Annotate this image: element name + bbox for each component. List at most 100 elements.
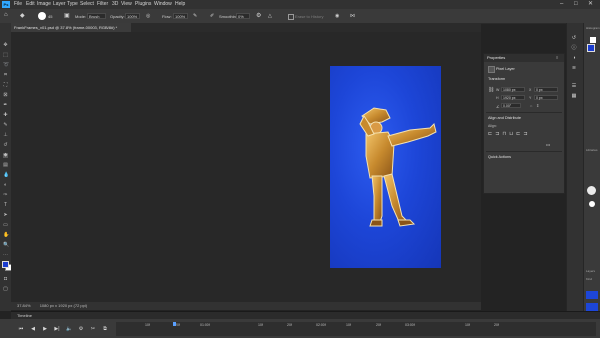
next-frame-icon[interactable]: ▶| (54, 326, 60, 332)
settings-icon[interactable]: ⚙ (78, 326, 84, 332)
home-icon[interactable]: ⌂ (4, 12, 8, 18)
menu-view[interactable]: View (121, 0, 132, 9)
eraser-tool-icon[interactable]: ◆ (20, 12, 25, 19)
mode-select[interactable]: Brush (87, 13, 106, 19)
flip-horizontal-icon[interactable]: ⇔ (529, 103, 533, 108)
zoom-tool-icon[interactable]: 🔍 (3, 243, 9, 248)
brush-tool-icon[interactable]: ✎ (3, 123, 8, 128)
transition-icon[interactable]: ⧉ (102, 326, 108, 332)
angle-icon[interactable]: △ (268, 13, 272, 19)
dodge-tool-icon[interactable]: ◐ (3, 183, 8, 188)
marquee-tool-icon[interactable]: ⬚ (3, 53, 8, 58)
erase-history-checkbox[interactable] (288, 14, 294, 20)
layers-tab[interactable]: Layers (586, 269, 595, 273)
adjustments-panel-icon[interactable]: ◑ (570, 55, 578, 61)
flow-field[interactable]: 100% (173, 13, 188, 19)
pressure-size-icon[interactable]: ◉ (335, 13, 339, 19)
channels-panel-icon[interactable]: ≋ (570, 65, 578, 71)
frame-tool-icon[interactable]: ⊠ (3, 93, 8, 98)
menu-3d[interactable]: 3D (112, 0, 118, 9)
pressure-opacity-icon[interactable]: ◎ (146, 13, 150, 19)
document-canvas[interactable] (330, 66, 441, 268)
swatches-panel-icon[interactable]: ▦ (570, 93, 578, 99)
menu-filter[interactable]: Filter (97, 0, 108, 9)
histogram-tab[interactable]: Histogram (586, 26, 600, 30)
gear-icon[interactable]: ⚙ (256, 12, 261, 19)
panel-menu-icon[interactable]: ≡ (556, 55, 558, 60)
menu-file[interactable]: File (14, 0, 22, 9)
libraries-tab[interactable]: Libraries (586, 148, 598, 152)
pen-tool-icon[interactable]: ✑ (3, 193, 8, 198)
clone-stamp-tool-icon[interactable]: ⊥ (3, 133, 8, 138)
move-tool-icon[interactable]: ✥ (3, 43, 8, 48)
crop-tool-icon[interactable]: ⛶ (3, 83, 8, 88)
symmetry-icon[interactable]: ⋈ (350, 13, 355, 19)
width-field[interactable]: 1080 px (501, 87, 525, 92)
maximize-icon[interactable]: □ (574, 0, 578, 9)
timeline-ruler[interactable] (116, 322, 596, 336)
gradient-tool-icon[interactable]: ▤ (3, 163, 8, 168)
split-icon[interactable]: ✂ (90, 326, 96, 332)
flip-vertical-icon[interactable]: ⇕ (536, 103, 539, 108)
lasso-tool-icon[interactable]: ➰ (3, 63, 9, 68)
kind-filter[interactable]: Kind (586, 277, 592, 281)
layer-thumbnail[interactable] (586, 291, 598, 299)
path-selection-tool-icon[interactable]: ➤ (3, 213, 8, 218)
eraser-tool-icon[interactable]: ◆ (3, 153, 8, 158)
menu-help[interactable]: Help (175, 0, 185, 9)
properties-panel-icon[interactable]: ☰ (570, 83, 578, 89)
info-panel-icon[interactable]: ⓘ (570, 45, 578, 51)
history-brush-tool-icon[interactable]: ↺ (3, 143, 8, 148)
brush-preview-icon[interactable] (38, 12, 46, 20)
align-buttons-icon[interactable]: ⊏⊐⊓⊔⊏⊐ (488, 131, 531, 137)
smoothing-icon[interactable]: ✐ (210, 13, 214, 19)
healing-brush-tool-icon[interactable]: ✚ (3, 113, 8, 118)
angle-field[interactable]: 0.00° (501, 103, 521, 108)
properties-tab[interactable]: Properties (484, 54, 564, 62)
background-color-chip[interactable] (590, 37, 596, 43)
foreground-color-chip[interactable] (587, 44, 595, 52)
smoothing-field[interactable]: 0% (236, 13, 250, 19)
menu-plugins[interactable]: Plugins (135, 0, 151, 9)
brush-preset-icon[interactable] (587, 186, 596, 195)
quick-mask-icon[interactable]: ◘ (3, 277, 8, 282)
transform-section-title[interactable]: Transform (488, 77, 505, 81)
audio-icon[interactable]: 🔈 (66, 326, 72, 332)
screen-mode-icon[interactable]: ▢ (3, 287, 8, 292)
zoom-level[interactable]: 37.84% (17, 303, 31, 308)
rectangle-tool-icon[interactable]: ▭ (3, 223, 8, 228)
menu-layer[interactable]: Layer (53, 0, 66, 9)
brush-settings-icon[interactable]: ▣ (64, 12, 70, 19)
type-tool-icon[interactable]: T (3, 203, 8, 208)
blur-tool-icon[interactable]: 💧 (3, 173, 9, 178)
hand-tool-icon[interactable]: ✋ (3, 233, 9, 238)
x-field[interactable]: 0 px (534, 87, 558, 92)
document-tab[interactable]: FrankFrames_v01.psd @ 37.8% (frame-00003… (11, 23, 131, 32)
menu-select[interactable]: Select (80, 0, 94, 9)
object-select-tool-icon[interactable]: ⌗ (3, 73, 8, 78)
height-field[interactable]: 1920 px (501, 95, 525, 100)
layer-thumbnail[interactable] (586, 303, 598, 311)
playhead[interactable] (173, 322, 176, 326)
eyedropper-tool-icon[interactable]: ✒ (3, 103, 8, 108)
airbrush-icon[interactable]: ✎ (193, 13, 197, 19)
minimize-icon[interactable]: – (560, 0, 563, 9)
menu-edit[interactable]: Edit (26, 0, 35, 9)
foreground-color-swatch[interactable] (2, 261, 9, 268)
brush-preset-small-icon[interactable] (589, 201, 595, 207)
more-options[interactable]: ••• (546, 142, 550, 147)
previous-frame-icon[interactable]: ◀ (30, 326, 36, 332)
menu-window[interactable]: Window (154, 0, 172, 9)
first-frame-icon[interactable]: ⏮ (18, 326, 24, 332)
quick-actions-title[interactable]: Quick Actions (488, 155, 511, 159)
menu-image[interactable]: Image (37, 0, 51, 9)
opacity-field[interactable]: 100% (125, 13, 140, 19)
menu-type[interactable]: Type (67, 0, 78, 9)
play-icon[interactable]: ▶ (42, 326, 48, 332)
close-icon[interactable]: ✕ (588, 0, 593, 9)
link-icon[interactable]: ⛓ (488, 87, 494, 93)
y-field[interactable]: 0 px (534, 95, 558, 100)
history-panel-icon[interactable]: ↺ (570, 35, 578, 41)
more-tools-icon[interactable]: ⋯ (3, 253, 8, 258)
align-section-title[interactable]: Align and Distribute (488, 116, 521, 120)
